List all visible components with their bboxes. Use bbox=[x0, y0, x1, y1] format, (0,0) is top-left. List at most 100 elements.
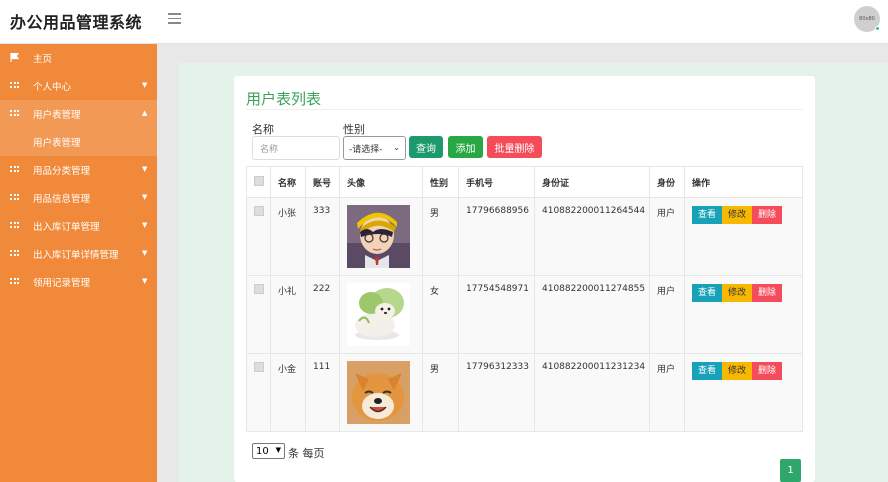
user-avatar-image bbox=[347, 205, 410, 268]
view-button[interactable]: 查看 bbox=[692, 206, 722, 224]
column-header: 名称 bbox=[270, 166, 306, 198]
row-checkbox[interactable] bbox=[254, 206, 264, 216]
chevron-down-icon: ▼ bbox=[142, 193, 148, 201]
batch-delete-button[interactable]: 批量删除 bbox=[487, 136, 542, 158]
grid-icon bbox=[10, 110, 19, 117]
query-button[interactable]: 查询 bbox=[409, 136, 443, 158]
view-button[interactable]: 查看 bbox=[692, 362, 722, 380]
id-card-cell: 410882200011274855 bbox=[534, 275, 650, 354]
column-header: 手机号 bbox=[458, 166, 535, 198]
phone-cell: 17754548971 bbox=[458, 275, 535, 354]
sidebar-item-profile[interactable]: 个人中心 ▼ bbox=[0, 72, 157, 100]
add-button[interactable]: 添加 bbox=[448, 136, 483, 158]
sidebar-item-category[interactable]: 用品分类管理 ▼ bbox=[0, 156, 157, 184]
name-filter-label: 名称 bbox=[252, 123, 274, 136]
phone-cell: 17796688956 bbox=[458, 197, 535, 276]
name-cell: 小礼 bbox=[270, 275, 306, 354]
sidebar-item-label: 用品信息管理 bbox=[33, 194, 91, 205]
name-cell: 小金 bbox=[270, 353, 306, 432]
chevron-up-icon: ▲ bbox=[142, 109, 148, 117]
grid-icon bbox=[10, 166, 19, 173]
column-header: 操作 bbox=[684, 166, 803, 198]
role-cell: 用户 bbox=[649, 353, 685, 432]
delete-button[interactable]: 删除 bbox=[752, 284, 782, 302]
delete-button[interactable]: 删除 bbox=[752, 362, 782, 380]
page-size-label: 条 每页 bbox=[288, 447, 325, 460]
row-select-cell bbox=[246, 197, 271, 276]
id-card-cell: 410882200011264544 bbox=[534, 197, 650, 276]
gender-select[interactable]: -请选择- ⌄ bbox=[343, 136, 406, 160]
user-table: 名称 账号 头像 性别 手机号 身份证 身份 操作 小张 333 男 17796… bbox=[246, 166, 803, 432]
gender-select-value: -请选择- bbox=[349, 144, 383, 155]
sidebar-item-label: 个人中心 bbox=[33, 82, 72, 93]
account-cell: 111 bbox=[305, 353, 340, 432]
avatar[interactable]: 80x80 bbox=[854, 6, 880, 32]
chevron-down-icon: ▼ bbox=[142, 81, 148, 89]
sidebar-subitem-user-table[interactable]: 用户表管理 bbox=[0, 128, 157, 156]
sidebar: 主页 个人中心 ▼ 用户表管理 ▲ 用户表管理 用品分类管理 ▼ 用品信息管理 … bbox=[0, 44, 157, 482]
avatar-cell bbox=[339, 275, 423, 354]
sidebar-item-label: 出入库订单详情管理 bbox=[33, 250, 119, 261]
account-cell: 222 bbox=[305, 275, 340, 354]
name-cell: 小张 bbox=[270, 197, 306, 276]
gender-cell: 男 bbox=[422, 353, 459, 432]
actions-cell: 查看 修改 删除 bbox=[684, 197, 803, 276]
grid-icon bbox=[10, 278, 19, 285]
sidebar-item-label: 用户表管理 bbox=[33, 110, 81, 121]
gender-cell: 男 bbox=[422, 197, 459, 276]
page-size-select[interactable]: 10 ▼ bbox=[252, 443, 285, 459]
sidebar-item-orders[interactable]: 出入库订单管理 ▼ bbox=[0, 212, 157, 240]
view-button[interactable]: 查看 bbox=[692, 284, 722, 302]
gender-filter-label: 性别 bbox=[343, 123, 365, 136]
select-all-checkbox[interactable] bbox=[254, 175, 264, 186]
sidebar-item-supplies[interactable]: 用品信息管理 ▼ bbox=[0, 184, 157, 212]
flag-icon bbox=[10, 53, 19, 62]
delete-button[interactable]: 删除 bbox=[752, 206, 782, 224]
avatar-text: 80x80 bbox=[859, 16, 875, 22]
name-search-input[interactable]: 名称 bbox=[252, 136, 340, 160]
sidebar-item-label: 主页 bbox=[33, 54, 53, 65]
chevron-down-icon: ⌄ bbox=[393, 143, 400, 152]
table-row: 小礼 222 女 17754548971 410882200011274855 … bbox=[246, 275, 803, 354]
top-bar: 办公用品管理系统 80x80 bbox=[0, 0, 888, 44]
role-cell: 用户 bbox=[649, 197, 685, 276]
role-cell: 用户 bbox=[649, 275, 685, 354]
page-title: 用户表列表 bbox=[246, 90, 322, 108]
edit-button[interactable]: 修改 bbox=[722, 206, 752, 224]
sidebar-item-home[interactable]: 主页 bbox=[0, 44, 157, 72]
column-header: 性别 bbox=[422, 166, 459, 198]
row-checkbox[interactable] bbox=[254, 362, 264, 372]
sidebar-item-order-details[interactable]: 出入库订单详情管理 ▼ bbox=[0, 240, 157, 268]
table-row: 小金 111 男 17796312333 410882200011231234 … bbox=[246, 353, 803, 432]
grid-icon bbox=[10, 222, 19, 229]
sidebar-item-label: 用品分类管理 bbox=[33, 166, 91, 177]
chevron-down-icon: ▼ bbox=[142, 277, 148, 285]
grid-icon bbox=[10, 250, 19, 257]
actions-cell: 查看 修改 删除 bbox=[684, 353, 803, 432]
row-checkbox[interactable] bbox=[254, 284, 264, 294]
sidebar-item-label: 领用记录管理 bbox=[33, 278, 91, 289]
grid-icon bbox=[10, 194, 19, 201]
column-header: 身份 bbox=[649, 166, 685, 198]
hamburger-icon[interactable] bbox=[168, 13, 181, 24]
pagination-page-button[interactable]: 1 bbox=[780, 459, 801, 482]
avatar-cell bbox=[339, 353, 423, 432]
online-status-dot bbox=[875, 26, 880, 31]
avatar-cell bbox=[339, 197, 423, 276]
chevron-down-icon: ▼ bbox=[275, 446, 281, 454]
sidebar-item-usage-records[interactable]: 领用记录管理 ▼ bbox=[0, 268, 157, 296]
sidebar-item-user-table[interactable]: 用户表管理 ▲ bbox=[0, 100, 157, 128]
sidebar-item-label: 出入库订单管理 bbox=[33, 222, 100, 233]
table-header-row: 名称 账号 头像 性别 手机号 身份证 身份 操作 bbox=[246, 166, 803, 198]
user-list-card: 用户表列表 名称 名称 性别 -请选择- ⌄ 查询 添加 批量删除 名称 账号 … bbox=[234, 76, 815, 482]
edit-button[interactable]: 修改 bbox=[722, 362, 752, 380]
edit-button[interactable]: 修改 bbox=[722, 284, 752, 302]
select-all-cell bbox=[246, 166, 271, 198]
user-avatar-image bbox=[347, 361, 410, 424]
chevron-down-icon: ▼ bbox=[142, 165, 148, 173]
account-cell: 333 bbox=[305, 197, 340, 276]
phone-cell: 17796312333 bbox=[458, 353, 535, 432]
chevron-down-icon: ▼ bbox=[142, 249, 148, 257]
grid-icon bbox=[10, 82, 19, 89]
title-divider bbox=[246, 109, 803, 110]
